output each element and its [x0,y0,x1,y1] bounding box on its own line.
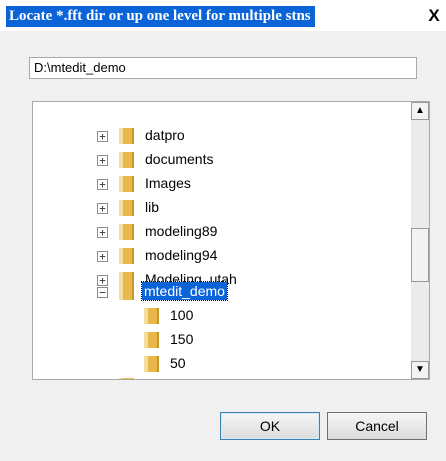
window-title: Locate *.fft dir or up one level for mul… [6,6,315,27]
tree-item-label: datpro [145,127,185,143]
folder-open-icon [119,284,134,300]
folder-icon [119,248,134,264]
folder-icon [119,200,134,216]
tree-item-label: 150 [170,331,194,347]
tree-item-label-selected: mtedit_demo [141,281,228,301]
folder-icon [144,308,159,324]
close-button[interactable]: X [425,6,443,26]
cancel-button[interactable]: Cancel [327,412,427,440]
scroll-thumb[interactable] [411,228,429,282]
folder-icon [119,224,134,240]
directory-path-field[interactable]: D:\mtedit_demo [29,57,417,79]
tree-item-label: documents [145,151,214,167]
vertical-scrollbar[interactable]: ▲ ▼ [411,102,429,379]
tree-item-label: modeling89 [145,223,218,239]
collapse-icon[interactable]: − [97,287,108,298]
expand-icon[interactable]: + [97,131,108,142]
tree-item-label: 50 [170,355,186,371]
locate-dir-dialog: Locate *.fft dir or up one level for mul… [0,0,446,461]
folder-icon [119,128,134,144]
folder-icon [144,356,159,372]
expand-icon[interactable]: + [97,227,108,238]
folder-tree[interactable]: + datpro + documents + Images + lib + mo… [32,101,430,380]
expand-icon[interactable]: + [97,275,108,286]
folder-icon [119,152,134,168]
expand-icon[interactable]: + [97,179,108,190]
expand-icon[interactable]: + [97,155,108,166]
expand-icon[interactable]: + [97,251,108,262]
folder-icon [144,332,159,348]
expand-icon[interactable]: + [97,203,108,214]
tree-item-label: modeling94 [145,247,218,263]
ok-button[interactable]: OK [220,412,320,440]
folder-icon [119,176,134,192]
scroll-up-button[interactable]: ▲ [411,102,429,120]
tree-item-label: Images [145,175,191,191]
folder-icon [119,378,134,379]
title-bar: Locate *.fft dir or up one level for mul… [0,0,446,31]
tree-item-label: lib [145,199,160,215]
tree-item-label: 100 [170,307,194,323]
scroll-down-button[interactable]: ▼ [411,361,429,379]
